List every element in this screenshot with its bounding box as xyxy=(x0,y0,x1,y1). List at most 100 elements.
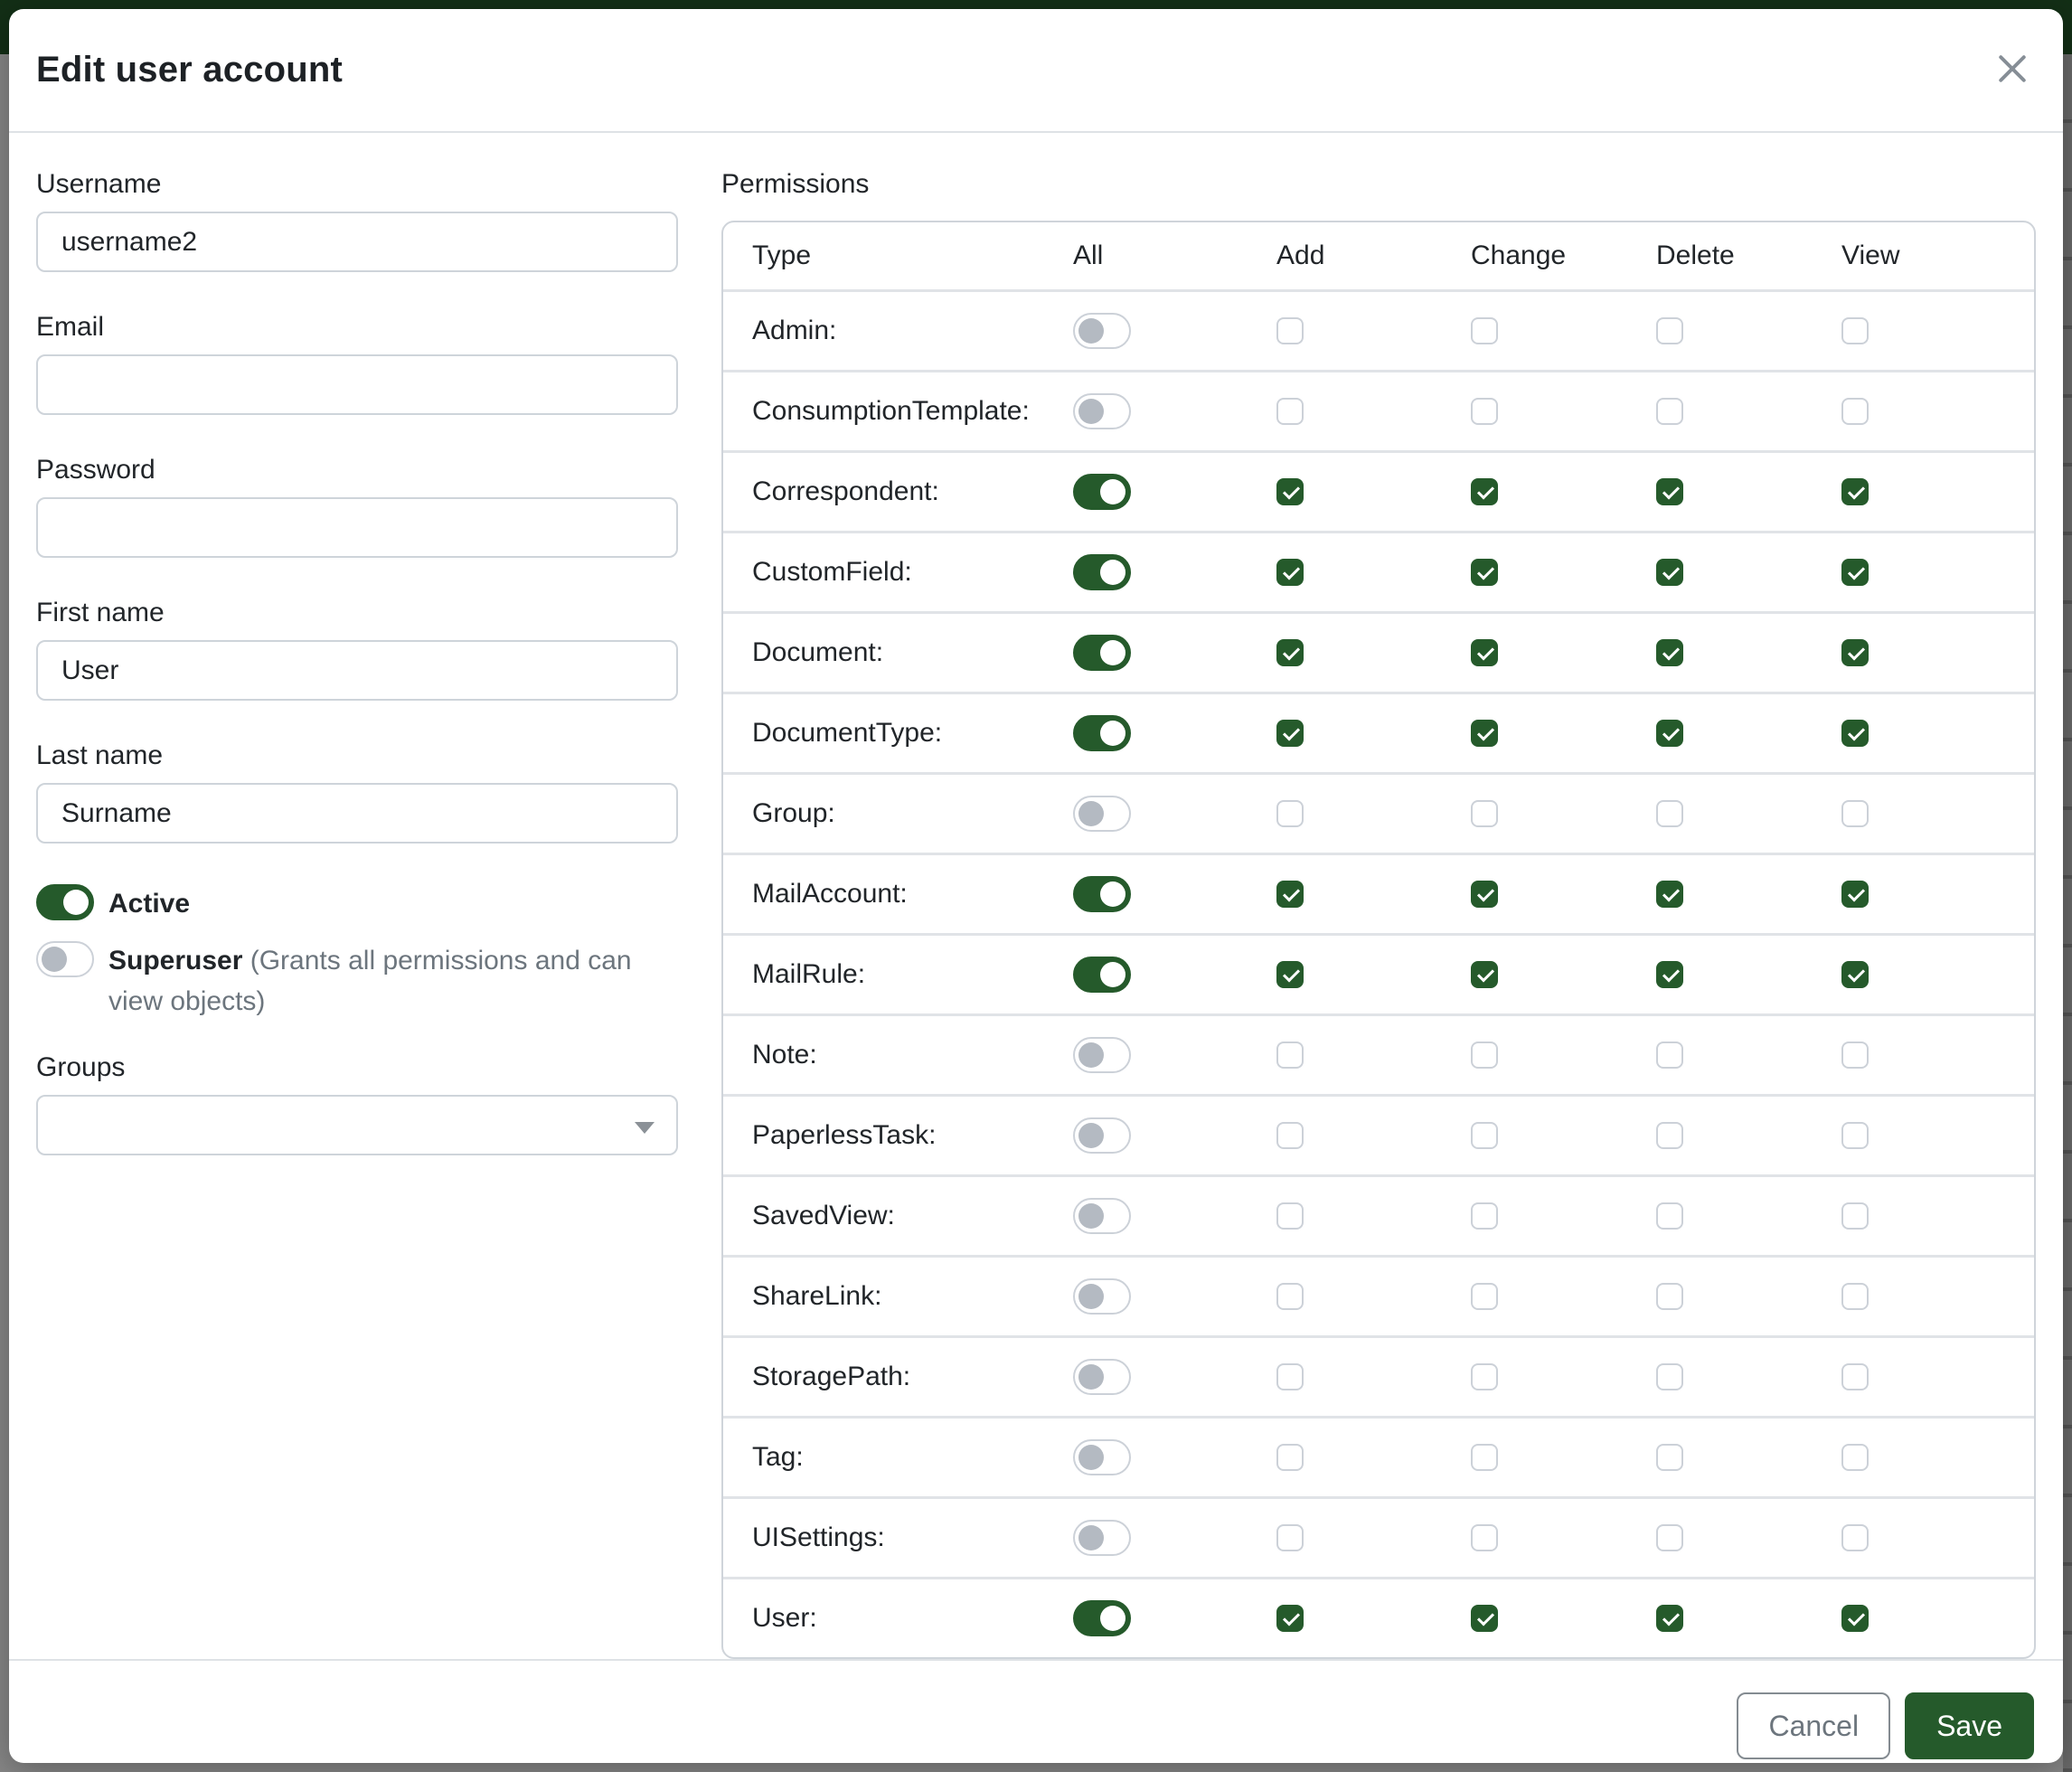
permission-all-toggle[interactable] xyxy=(1073,796,1131,832)
permission-change-checkbox[interactable] xyxy=(1471,961,1498,988)
permission-delete-checkbox[interactable] xyxy=(1656,1202,1683,1230)
permission-add-checkbox[interactable] xyxy=(1276,1363,1304,1390)
permission-change-checkbox[interactable] xyxy=(1471,639,1498,666)
permission-view-checkbox[interactable] xyxy=(1841,1202,1869,1230)
permission-view-checkbox[interactable] xyxy=(1841,961,1869,988)
permission-view-checkbox[interactable] xyxy=(1841,1122,1869,1149)
permission-change-checkbox[interactable] xyxy=(1471,317,1498,344)
permission-all-toggle[interactable] xyxy=(1073,1117,1131,1154)
permission-all-toggle[interactable] xyxy=(1073,393,1131,429)
permission-add-checkbox[interactable] xyxy=(1276,720,1304,747)
permission-add-checkbox[interactable] xyxy=(1276,1042,1304,1069)
permission-view-checkbox[interactable] xyxy=(1841,1042,1869,1069)
permission-view-checkbox[interactable] xyxy=(1841,317,1869,344)
permission-cell xyxy=(1276,1444,1471,1471)
permission-all-toggle[interactable] xyxy=(1073,957,1131,993)
permission-add-checkbox[interactable] xyxy=(1276,1605,1304,1632)
permission-add-checkbox[interactable] xyxy=(1276,881,1304,908)
permission-change-checkbox[interactable] xyxy=(1471,720,1498,747)
permission-add-checkbox[interactable] xyxy=(1276,559,1304,586)
permission-add-checkbox[interactable] xyxy=(1276,1283,1304,1310)
permission-add-checkbox[interactable] xyxy=(1276,800,1304,827)
permission-change-checkbox[interactable] xyxy=(1471,1202,1498,1230)
permission-view-checkbox[interactable] xyxy=(1841,720,1869,747)
permission-delete-checkbox[interactable] xyxy=(1656,1042,1683,1069)
groups-select[interactable] xyxy=(36,1095,678,1155)
permission-delete-checkbox[interactable] xyxy=(1656,961,1683,988)
permission-view-checkbox[interactable] xyxy=(1841,1363,1869,1390)
email-input[interactable] xyxy=(36,354,678,415)
permission-change-checkbox[interactable] xyxy=(1471,559,1498,586)
permission-change-checkbox[interactable] xyxy=(1471,1122,1498,1149)
permission-view-checkbox[interactable] xyxy=(1841,881,1869,908)
superuser-toggle[interactable] xyxy=(36,941,94,977)
permission-all-toggle[interactable] xyxy=(1073,1359,1131,1395)
permission-add-checkbox[interactable] xyxy=(1276,317,1304,344)
permission-row: Note: xyxy=(723,1013,2034,1094)
permission-delete-checkbox[interactable] xyxy=(1656,881,1683,908)
permission-delete-checkbox[interactable] xyxy=(1656,559,1683,586)
permission-all-toggle[interactable] xyxy=(1073,635,1131,671)
permission-all-toggle[interactable] xyxy=(1073,1520,1131,1556)
username-input[interactable] xyxy=(36,212,678,272)
cancel-button[interactable]: Cancel xyxy=(1737,1692,1890,1759)
permission-delete-checkbox[interactable] xyxy=(1656,1122,1683,1149)
permission-all-toggle[interactable] xyxy=(1073,1198,1131,1234)
permission-all-toggle[interactable] xyxy=(1073,876,1131,912)
permission-delete-checkbox[interactable] xyxy=(1656,800,1683,827)
permission-change-checkbox[interactable] xyxy=(1471,1444,1498,1471)
permission-cell xyxy=(1276,800,1471,827)
permission-add-checkbox[interactable] xyxy=(1276,961,1304,988)
permission-change-checkbox[interactable] xyxy=(1471,1283,1498,1310)
permission-view-checkbox[interactable] xyxy=(1841,639,1869,666)
permission-delete-checkbox[interactable] xyxy=(1656,639,1683,666)
permission-add-checkbox[interactable] xyxy=(1276,1444,1304,1471)
permission-change-checkbox[interactable] xyxy=(1471,1605,1498,1632)
permission-add-checkbox[interactable] xyxy=(1276,1524,1304,1551)
permission-add-checkbox[interactable] xyxy=(1276,1202,1304,1230)
permission-view-checkbox[interactable] xyxy=(1841,559,1869,586)
permission-delete-checkbox[interactable] xyxy=(1656,1605,1683,1632)
permission-add-checkbox[interactable] xyxy=(1276,1122,1304,1149)
permission-view-checkbox[interactable] xyxy=(1841,800,1869,827)
permission-all-toggle[interactable] xyxy=(1073,554,1131,590)
permission-view-checkbox[interactable] xyxy=(1841,1283,1869,1310)
permission-delete-checkbox[interactable] xyxy=(1656,478,1683,505)
permission-all-toggle[interactable] xyxy=(1073,715,1131,751)
permission-delete-checkbox[interactable] xyxy=(1656,720,1683,747)
permission-all-toggle[interactable] xyxy=(1073,1439,1131,1475)
permission-add-checkbox[interactable] xyxy=(1276,398,1304,425)
permission-delete-checkbox[interactable] xyxy=(1656,317,1683,344)
permission-all-toggle[interactable] xyxy=(1073,1600,1131,1636)
password-input[interactable] xyxy=(36,497,678,558)
toggle-knob xyxy=(1100,721,1125,746)
permission-delete-checkbox[interactable] xyxy=(1656,1363,1683,1390)
permission-change-checkbox[interactable] xyxy=(1471,398,1498,425)
permission-view-checkbox[interactable] xyxy=(1841,398,1869,425)
permission-delete-checkbox[interactable] xyxy=(1656,1444,1683,1471)
permission-view-checkbox[interactable] xyxy=(1841,1444,1869,1471)
permission-change-checkbox[interactable] xyxy=(1471,1363,1498,1390)
permission-change-checkbox[interactable] xyxy=(1471,881,1498,908)
permission-view-checkbox[interactable] xyxy=(1841,1524,1869,1551)
permission-delete-checkbox[interactable] xyxy=(1656,1524,1683,1551)
permission-all-toggle[interactable] xyxy=(1073,1278,1131,1315)
close-button[interactable] xyxy=(1992,49,2032,89)
last-name-input[interactable] xyxy=(36,783,678,844)
permission-add-checkbox[interactable] xyxy=(1276,478,1304,505)
save-button[interactable]: Save xyxy=(1905,1692,2034,1759)
permission-change-checkbox[interactable] xyxy=(1471,1524,1498,1551)
first-name-input[interactable] xyxy=(36,640,678,701)
permission-view-checkbox[interactable] xyxy=(1841,478,1869,505)
permission-view-checkbox[interactable] xyxy=(1841,1605,1869,1632)
permission-change-checkbox[interactable] xyxy=(1471,1042,1498,1069)
permission-delete-checkbox[interactable] xyxy=(1656,1283,1683,1310)
permission-all-toggle[interactable] xyxy=(1073,474,1131,510)
active-toggle[interactable] xyxy=(36,884,94,920)
permission-all-toggle[interactable] xyxy=(1073,313,1131,349)
permission-delete-checkbox[interactable] xyxy=(1656,398,1683,425)
permission-change-checkbox[interactable] xyxy=(1471,800,1498,827)
permission-change-checkbox[interactable] xyxy=(1471,478,1498,505)
permission-all-toggle[interactable] xyxy=(1073,1037,1131,1073)
permission-add-checkbox[interactable] xyxy=(1276,639,1304,666)
